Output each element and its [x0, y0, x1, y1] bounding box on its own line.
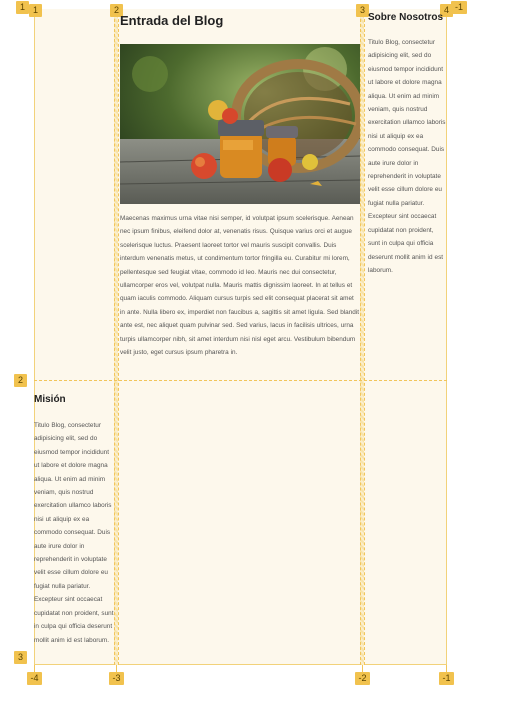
grid-line-col-2	[114, 9, 115, 665]
grid-badge-col-1b: 1	[29, 4, 42, 17]
grid-line-row-2	[34, 380, 447, 381]
grid-badge-col-neg3: -3	[109, 672, 124, 685]
grid-line-col-2b	[118, 9, 119, 665]
mission-title: Misión	[34, 394, 66, 405]
about-title: Sobre Nosotros	[368, 12, 444, 23]
grid-badge-row-3: 3	[14, 651, 27, 664]
about-body: Titulo Blog, consectetur adipisicing eli…	[368, 39, 446, 274]
grid-badge-col-neg4: -4	[27, 672, 42, 685]
grid-line-col-3b	[364, 9, 365, 665]
blog-body: Maecenas maximus urna vitae nisi semper,…	[120, 215, 360, 357]
grid-badge-col-neg1-bottom: -1	[439, 672, 454, 685]
blog-image	[120, 44, 360, 204]
grid-badge-col-neg1: -1	[451, 1, 467, 14]
grid-badge-row-2: 2	[14, 374, 27, 387]
grid-badge-col-1: 1	[16, 1, 29, 14]
blog-title: Entrada del Blog	[120, 13, 224, 28]
grid-badge-col-neg2: -2	[355, 672, 370, 685]
mission-body: Titulo Blog, consectetur adipisicing eli…	[34, 422, 114, 644]
grid-line-col-3	[360, 9, 361, 665]
